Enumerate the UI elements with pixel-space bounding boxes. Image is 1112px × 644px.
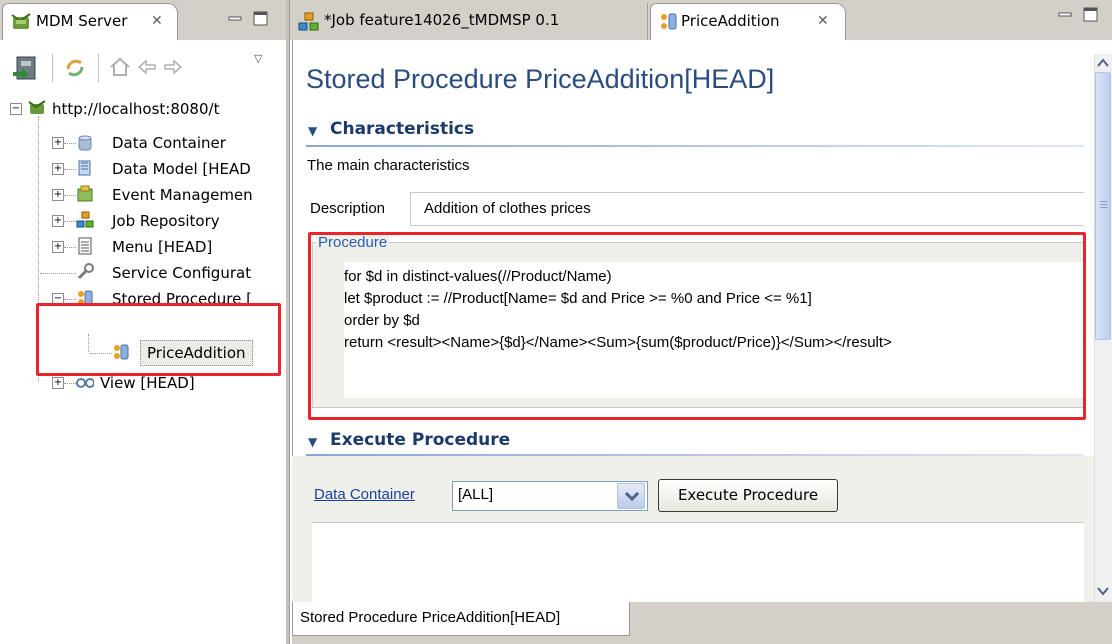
tree-item-label: Job Repository <box>112 212 220 230</box>
tree-item-data-model[interactable]: + Data Model [HEAD <box>0 156 288 182</box>
collapse-icon[interactable]: − <box>52 293 64 305</box>
page-title: Stored Procedure PriceAddition[HEAD] <box>306 64 775 94</box>
tree-root-label: http://localhost:8080/t <box>52 100 220 118</box>
stored-procedure-icon <box>661 13 677 30</box>
data-container-link[interactable]: Data Container <box>314 486 415 503</box>
expand-icon[interactable]: + <box>52 241 64 253</box>
tree-item-label: PriceAddition <box>140 340 253 366</box>
description-value: Addition of clothes prices <box>424 200 591 217</box>
left-toolbar: ▽ <box>0 40 288 97</box>
maximize-icon[interactable] <box>1082 6 1100 24</box>
code-line: for $d in distinct-values(//Product/Name… <box>344 268 612 285</box>
description-label: Description <box>310 200 386 217</box>
tree-item-menu[interactable]: + Menu [HEAD] <box>0 234 288 260</box>
code-line: let $product := //Product[Name= $d and P… <box>344 290 812 307</box>
tree-item-stored-procedure[interactable]: − Stored Procedure [ <box>0 286 288 312</box>
scroll-up-icon[interactable] <box>1096 56 1110 70</box>
mdm-server-tab[interactable]: MDM Server ✕ <box>2 3 178 40</box>
tab-priceaddition[interactable]: PriceAddition ✕ <box>650 3 846 40</box>
job-icon <box>298 12 319 31</box>
tree-item-data-container[interactable]: + Data Container <box>0 130 288 156</box>
tree-item-service-configuration[interactable]: Service Configurat <box>0 260 288 286</box>
tree-item-label: View [HEAD] <box>100 374 195 392</box>
server-icon <box>11 13 31 29</box>
server-icon <box>28 100 46 114</box>
job-icon <box>76 211 94 228</box>
tree-item-label: Data Container <box>112 134 226 152</box>
execute-heading[interactable]: Execute Procedure <box>330 430 510 450</box>
section-divider <box>306 145 1084 147</box>
expand-icon[interactable]: + <box>52 189 64 201</box>
code-line: return <result><Name>{$d}</Name><Sum>{su… <box>344 334 892 351</box>
minimize-icon[interactable] <box>1056 6 1074 24</box>
page-tab[interactable]: Stored Procedure PriceAddition[HEAD] <box>292 602 630 636</box>
close-icon[interactable]: ✕ <box>817 13 829 29</box>
tab-job[interactable]: *Job feature14026_tMDMSP 0.1 <box>292 3 648 40</box>
scroll-down-icon[interactable] <box>1096 584 1110 598</box>
view-separator-line <box>289 0 290 644</box>
mdm-server-tab-label: MDM Server <box>36 12 128 30</box>
execute-procedure-button[interactable]: Execute Procedure <box>658 479 838 512</box>
stored-procedure-icon <box>114 344 129 360</box>
expand-icon[interactable]: + <box>52 215 64 227</box>
scrollbar-thumb[interactable] <box>1095 72 1111 340</box>
section-toggle-icon[interactable]: ▼ <box>308 124 317 138</box>
tree-item-priceaddition[interactable]: PriceAddition <box>0 340 288 366</box>
mdm-server-view: MDM Server ✕ ▽ − http://localhost:8080/t… <box>0 0 288 644</box>
tree-root[interactable]: − http://localhost:8080/t <box>0 96 288 122</box>
wrench-icon <box>77 263 94 280</box>
menu-icon <box>78 237 92 255</box>
event-management-icon <box>77 185 93 202</box>
tree-item-label: Data Model [HEAD <box>112 160 251 178</box>
collapse-icon[interactable]: − <box>10 103 22 115</box>
view-menu-icon[interactable]: ▽ <box>254 52 262 65</box>
section-toggle-icon[interactable]: ▼ <box>308 435 317 449</box>
characteristics-heading[interactable]: Characteristics <box>330 119 474 139</box>
stored-procedure-icon <box>78 290 93 306</box>
characteristics-subtitle: The main characteristics <box>307 157 470 174</box>
page-tab-label: Stored Procedure PriceAddition[HEAD] <box>300 609 561 626</box>
tree-item-label: Menu [HEAD] <box>112 238 213 256</box>
database-icon <box>78 135 92 151</box>
expand-icon[interactable]: + <box>52 163 64 175</box>
tree-item-job-repository[interactable]: + Job Repository <box>0 208 288 234</box>
home-icon[interactable] <box>108 55 132 79</box>
procedure-label: Procedure <box>316 234 390 251</box>
minimize-icon[interactable] <box>226 10 244 28</box>
tree-item-event-management[interactable]: + Event Managemen <box>0 182 288 208</box>
tree-item-label: Event Managemen <box>112 186 253 204</box>
refresh-icon[interactable] <box>62 55 88 81</box>
result-area[interactable] <box>312 522 1084 603</box>
chevron-down-icon <box>625 492 639 502</box>
expand-icon[interactable]: + <box>52 137 64 149</box>
expand-icon[interactable]: + <box>52 377 64 389</box>
dropdown-button[interactable] <box>617 483 645 509</box>
view-icon <box>76 378 94 388</box>
tree-item-view[interactable]: + View [HEAD] <box>0 370 288 396</box>
close-icon[interactable]: ✕ <box>151 13 163 29</box>
tab-priceaddition-label: PriceAddition <box>681 12 780 30</box>
data-model-icon <box>78 160 91 176</box>
server-tree: − http://localhost:8080/t + Data Contain… <box>0 96 288 644</box>
data-container-value: [ALL] <box>458 486 494 503</box>
tree-item-label: Stored Procedure [ <box>112 290 252 308</box>
procedure-text-area[interactable]: for $d in distinct-values(//Product/Name… <box>344 262 1084 398</box>
code-line: order by $d <box>344 312 420 329</box>
description-field[interactable]: Addition of clothes prices <box>410 192 1084 226</box>
forward-icon[interactable] <box>162 58 184 76</box>
import-icon[interactable] <box>12 54 40 82</box>
tab-job-label: *Job feature14026_tMDMSP 0.1 <box>324 11 560 29</box>
tree-item-label: Service Configurat <box>112 264 252 282</box>
back-icon[interactable] <box>136 58 158 76</box>
maximize-icon[interactable] <box>252 10 270 28</box>
